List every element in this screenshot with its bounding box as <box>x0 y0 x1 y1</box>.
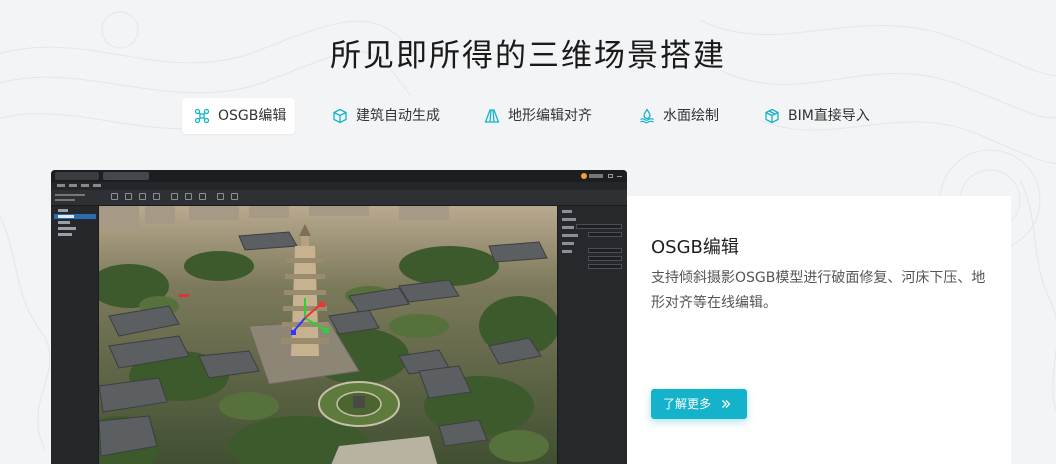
circular-garden <box>318 381 400 427</box>
tab-label: 建筑自动生成 <box>356 108 440 124</box>
tab-label: 地形编辑对齐 <box>508 108 592 124</box>
editor-titlebar <box>51 170 627 182</box>
tab-bim-import[interactable]: BIM直接导入 <box>752 98 882 134</box>
maximize-icon <box>608 174 613 178</box>
tab-osgb-edit[interactable]: OSGB编辑 <box>182 98 295 134</box>
feature-title: OSGB编辑 <box>651 237 739 258</box>
tab-building-auto[interactable]: 建筑自动生成 <box>320 98 452 134</box>
user-name <box>589 174 603 178</box>
tab-label: OSGB编辑 <box>218 108 287 124</box>
editor-tab <box>103 172 149 180</box>
feature-card: OSGB编辑 支持倾斜摄影OSGB模型进行破面修复、河床下压、地形对齐等在线编辑… <box>627 196 1011 464</box>
bim-cube-icon <box>765 108 779 124</box>
tab-label: 水面绘制 <box>663 108 719 124</box>
scene-tree-panel <box>51 206 99 464</box>
minimize-icon <box>617 176 622 177</box>
learn-more-button[interactable]: 了解更多 <box>651 389 748 419</box>
properties-panel <box>557 206 627 464</box>
tab-label: BIM直接导入 <box>788 108 870 124</box>
3d-viewport[interactable] <box>99 206 557 464</box>
water-icon <box>640 108 654 124</box>
feature-description: 支持倾斜摄影OSGB模型进行破面修复、河床下压、地形对齐等在线编辑。 <box>651 270 986 311</box>
editor-menubar <box>51 182 627 190</box>
page-title: 所见即所得的三维场景搭建 <box>330 38 726 74</box>
editor-tab <box>55 172 99 180</box>
editor-toolbar <box>51 190 627 206</box>
aerial-scene <box>99 206 557 464</box>
cube-icon <box>333 108 347 124</box>
learn-more-label: 了解更多 <box>663 397 712 411</box>
avatar <box>581 173 587 179</box>
tab-terrain-align[interactable]: 地形编辑对齐 <box>472 98 604 134</box>
double-chevron-right-icon <box>722 400 731 408</box>
tab-water-draw[interactable]: 水面绘制 <box>627 98 731 134</box>
terrain-icon <box>484 109 500 123</box>
editor-screenshot <box>51 170 627 464</box>
drone-icon <box>194 108 210 124</box>
